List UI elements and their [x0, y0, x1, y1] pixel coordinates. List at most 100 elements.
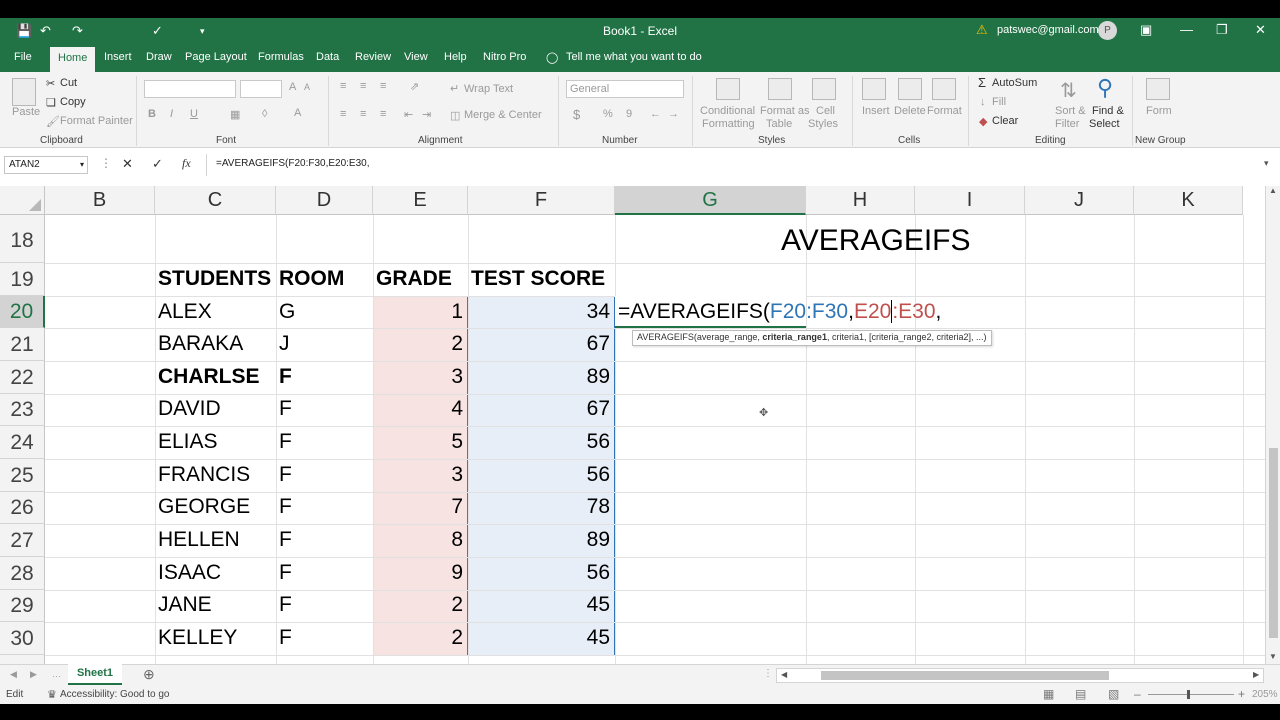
restore-icon[interactable]: ❐ — [1216, 22, 1228, 38]
delete-cells-icon[interactable] — [898, 78, 922, 100]
copy-button[interactable]: Copy — [60, 96, 86, 108]
decrease-decimal-icon[interactable]: → — [668, 108, 679, 120]
insert-function-button[interactable]: fx — [182, 156, 191, 171]
grow-font-button[interactable]: A — [289, 81, 296, 93]
close-icon[interactable]: ✕ — [1255, 22, 1266, 38]
insert-cells-icon[interactable] — [862, 78, 886, 100]
add-sheet-icon[interactable]: ⊕ — [143, 666, 155, 683]
currency-button[interactable]: $ — [573, 107, 580, 122]
tab-page-layout[interactable]: Page Layout — [185, 51, 247, 63]
tab-nitro-pro[interactable]: Nitro Pro — [483, 51, 526, 63]
row-header-25[interactable]: 25 — [0, 459, 45, 492]
column-header-k[interactable]: K — [1134, 186, 1243, 215]
row-header-31[interactable] — [0, 655, 45, 664]
normal-view-icon[interactable]: ▦ — [1043, 687, 1054, 701]
tab-formulas[interactable]: Formulas — [258, 51, 304, 63]
next-sheet-icon[interactable]: ▶ — [30, 669, 37, 680]
column-header-h[interactable]: H — [806, 186, 915, 215]
percent-button[interactable]: % — [603, 108, 613, 120]
user-email[interactable]: patswec@gmail.com — [997, 24, 1099, 36]
zoom-out-icon[interactable]: – — [1134, 687, 1141, 701]
fill-color-icon[interactable]: ◊ — [262, 108, 267, 120]
tab-help[interactable]: Help — [444, 51, 467, 63]
column-header-i[interactable]: I — [915, 186, 1025, 215]
row-header-29[interactable]: 29 — [0, 590, 45, 622]
autosum-button[interactable]: AutoSum — [992, 77, 1037, 89]
worksheet-grid[interactable]: B C D E F G H I J K 18 19 20 21 22 23 24… — [0, 186, 1265, 664]
column-header-j[interactable]: J — [1025, 186, 1134, 215]
more-options-icon[interactable]: ⋮ — [100, 156, 112, 170]
top-align-icon[interactable]: ≡ — [340, 80, 346, 92]
scroll-right-icon[interactable]: ▶ — [1253, 670, 1259, 679]
warning-icon[interactable]: ⚠ — [976, 22, 988, 38]
cut-button[interactable]: Cut — [60, 77, 77, 89]
paste-button[interactable]: Paste — [12, 106, 40, 118]
tab-data[interactable]: Data — [316, 51, 339, 63]
borders-icon[interactable]: ▦ — [230, 108, 240, 121]
comma-button[interactable]: 9 — [626, 108, 632, 120]
tab-home[interactable]: Home — [50, 47, 96, 72]
zoom-in-icon[interactable]: + — [1238, 687, 1245, 701]
enter-icon[interactable]: ✓ — [152, 156, 163, 172]
shrink-font-button[interactable]: A — [304, 82, 310, 92]
increase-indent-icon[interactable]: ⇥ — [422, 108, 431, 121]
sheet-options-icon[interactable]: ⋮ — [763, 668, 773, 679]
vertical-scrollbar[interactable]: ▲ ▼ — [1265, 186, 1280, 664]
page-layout-view-icon[interactable]: ▤ — [1075, 687, 1086, 701]
zoom-level[interactable]: 205% — [1252, 689, 1278, 700]
zoom-slider-thumb[interactable] — [1187, 690, 1190, 699]
delete-cells-button[interactable]: Delete — [894, 105, 926, 117]
column-header-e[interactable]: E — [373, 186, 468, 215]
scroll-left-icon[interactable]: ◀ — [781, 670, 787, 679]
align-right-icon[interactable]: ≡ — [380, 108, 386, 120]
cell-styles-icon[interactable] — [812, 78, 836, 100]
fill-button[interactable]: Fill — [992, 96, 1006, 108]
column-header-b[interactable]: B — [45, 186, 155, 215]
number-format-select[interactable]: General — [566, 80, 684, 98]
page-break-view-icon[interactable]: ▧ — [1108, 687, 1119, 701]
orientation-icon[interactable]: ⇗ — [410, 80, 419, 93]
clear-icon[interactable]: ◆ — [979, 115, 987, 128]
conditional-formatting-button[interactable]: Conditional — [700, 105, 755, 117]
bold-button[interactable]: B — [148, 108, 156, 120]
align-left-icon[interactable]: ≡ — [340, 108, 346, 120]
row-header-18[interactable]: 18 — [0, 215, 45, 263]
wrap-text-button[interactable]: Wrap Text — [464, 83, 513, 95]
cut-icon[interactable]: ✂ — [46, 77, 55, 90]
copy-icon[interactable]: ❏ — [46, 96, 56, 109]
row-header-27[interactable]: 27 — [0, 524, 45, 557]
horizontal-scroll-thumb[interactable] — [821, 671, 1109, 680]
format-painter-icon[interactable]: 🖌 — [46, 115, 60, 128]
tab-insert[interactable]: Insert — [104, 51, 132, 63]
underline-button[interactable]: U — [190, 108, 198, 120]
row-header-28[interactable]: 28 — [0, 557, 45, 590]
name-box[interactable]: ATAN2 ▾ — [4, 156, 88, 174]
row-header-19[interactable]: 19 — [0, 263, 45, 296]
accessibility-status[interactable]: Accessibility: Good to go — [60, 689, 170, 700]
font-color-icon[interactable]: A — [294, 107, 301, 119]
format-as-table-icon[interactable] — [768, 78, 792, 100]
scroll-up-icon[interactable]: ▲ — [1269, 186, 1277, 195]
sort-filter-button[interactable]: Sort & — [1055, 105, 1086, 117]
more-sheets-icon[interactable]: … — [52, 669, 61, 679]
cell-styles-button[interactable]: Cell — [816, 105, 835, 117]
conditional-formatting-icon[interactable] — [716, 78, 740, 100]
cancel-icon[interactable]: ✕ — [122, 156, 133, 172]
form-button[interactable]: Form — [1146, 105, 1172, 117]
sheet-tab-sheet1[interactable]: Sheet1 — [68, 664, 122, 685]
expand-formula-icon[interactable]: ▾ — [1264, 158, 1269, 169]
italic-button[interactable]: I — [170, 108, 173, 120]
scroll-down-icon[interactable]: ▼ — [1269, 652, 1277, 661]
middle-align-icon[interactable]: ≡ — [360, 80, 366, 92]
autosum-icon[interactable]: Σ — [978, 75, 986, 90]
zoom-slider[interactable] — [1148, 694, 1234, 695]
format-cells-icon[interactable] — [932, 78, 956, 100]
find-select-button[interactable]: Find & — [1092, 105, 1124, 117]
formula-input[interactable]: =AVERAGEIFS(F20:F30,E20:E30, — [216, 158, 370, 169]
clear-button[interactable]: Clear — [992, 115, 1018, 127]
merge-center-button[interactable]: Merge & Center — [464, 109, 542, 121]
align-center-icon[interactable]: ≡ — [360, 108, 366, 120]
font-size-select[interactable] — [240, 80, 282, 98]
paste-icon[interactable] — [12, 78, 36, 106]
find-select-icon[interactable]: ⚲ — [1097, 75, 1113, 101]
